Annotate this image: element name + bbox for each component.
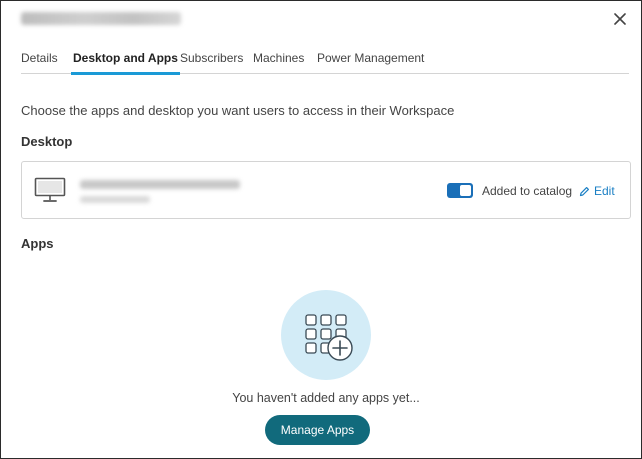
manage-apps-button[interactable]: Manage Apps: [265, 415, 370, 445]
added-to-catalog-toggle[interactable]: [447, 183, 473, 198]
apps-empty-illustration: [281, 290, 371, 380]
apps-empty-message: You haven't added any apps yet...: [232, 391, 420, 405]
desktop-card: Added to catalog Edit: [21, 161, 631, 219]
dialog-title-redacted: [21, 12, 181, 25]
toggle-knob: [460, 185, 471, 196]
monitor-icon: [34, 177, 66, 202]
apps-section-title: Apps: [21, 236, 54, 251]
apps-grid-add-icon: [305, 314, 353, 361]
close-button[interactable]: [609, 8, 631, 30]
dialog-header: [1, 1, 641, 37]
desktop-section-title: Desktop: [21, 134, 73, 149]
close-icon: [614, 13, 626, 25]
tab-bar: Details Desktop and Apps Subscribers Mac…: [21, 45, 629, 75]
pencil-icon: [579, 186, 589, 196]
edit-label: Edit: [594, 184, 615, 198]
desktop-subtitle-redacted: [80, 196, 150, 203]
intro-text: Choose the apps and desktop you want use…: [21, 103, 455, 118]
tab-subscribers[interactable]: Subscribers: [180, 45, 243, 73]
tab-machines[interactable]: Machines: [253, 45, 304, 73]
tab-power-management[interactable]: Power Management: [317, 45, 424, 73]
added-to-catalog-label: Added to catalog: [482, 184, 573, 198]
edit-desktop-link[interactable]: Edit: [579, 183, 615, 199]
desktop-name-redacted: [80, 180, 240, 189]
tab-details[interactable]: Details: [21, 45, 58, 73]
tab-desktop-and-apps[interactable]: Desktop and Apps: [71, 45, 180, 75]
dialog: Details Desktop and Apps Subscribers Mac…: [0, 0, 642, 459]
